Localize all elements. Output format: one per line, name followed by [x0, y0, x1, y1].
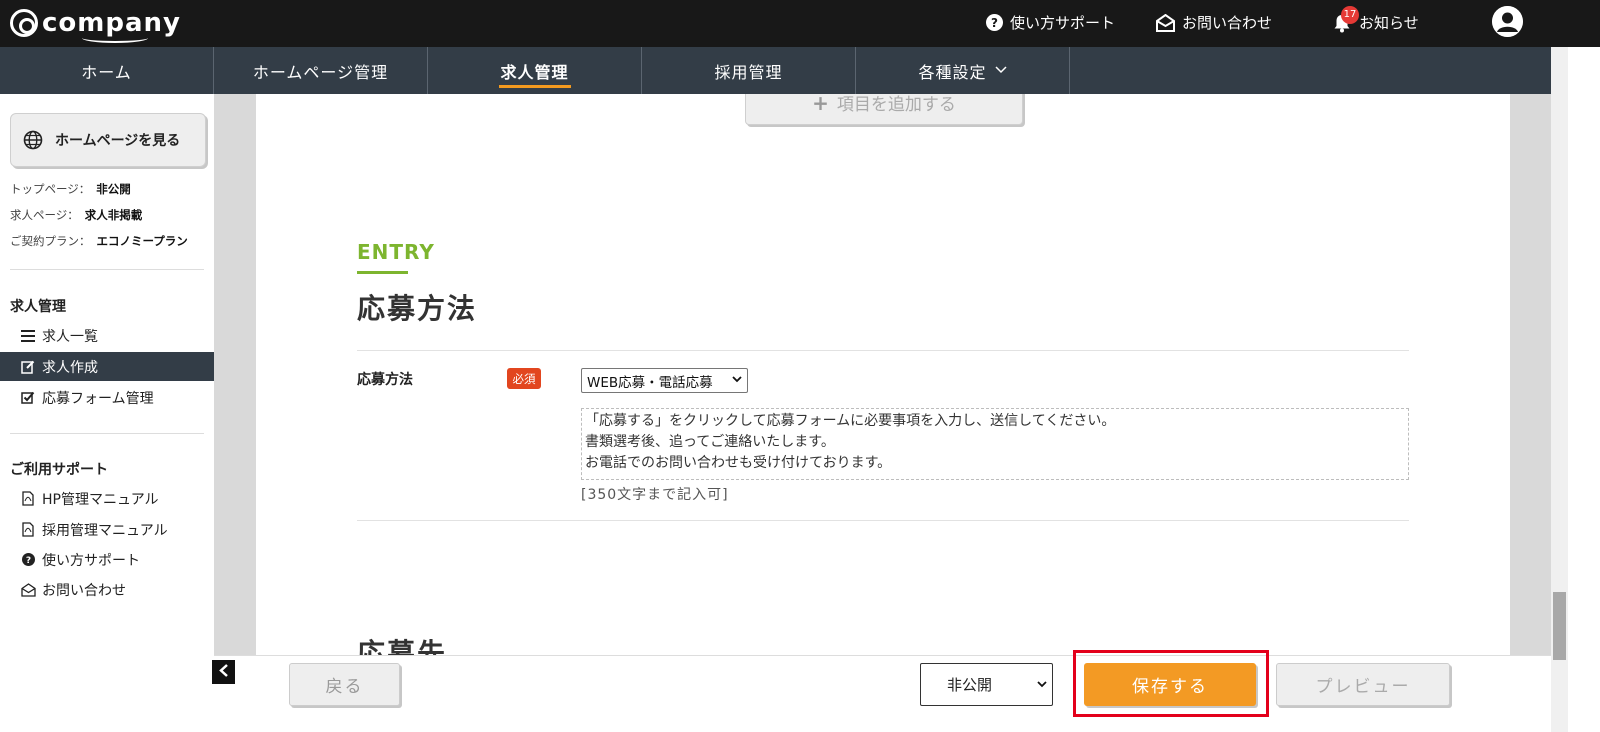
next-section-title: 応募先 [357, 637, 448, 655]
add-item-label: 項目を追加する [836, 95, 956, 115]
chevron-down-icon [732, 372, 742, 386]
field-label-application-method: 応募方法 [357, 372, 413, 388]
status-value: エコノミープラン [96, 234, 188, 248]
visibility-select[interactable]: 非公開 [920, 663, 1053, 706]
envelope-open-icon [20, 582, 36, 597]
pdf-file-icon [20, 522, 36, 537]
sidebar-item-usage-support[interactable]: ? 使い方サポート [0, 545, 214, 574]
status-value: 非公開 [96, 182, 131, 196]
status-label: ご契約プラン： [10, 234, 91, 248]
eyebrow-underline [357, 271, 408, 274]
contact-link[interactable]: お問い合わせ [1156, 12, 1272, 33]
user-avatar-icon[interactable] [1492, 6, 1523, 37]
row-divider [357, 350, 1409, 351]
sidebar-item-label: 求人作成 [42, 359, 98, 376]
logo-swoosh [82, 33, 148, 43]
sidebar-item-label: 採用管理マニュアル [42, 522, 168, 539]
tab-recruitment-management[interactable]: 採用管理 [642, 47, 856, 94]
support-link[interactable]: ? 使い方サポート [986, 12, 1115, 33]
help-circle-icon: ? [986, 14, 1003, 31]
job-edit-card: + 項目を追加する ENTRY 応募方法 応募方法 必須 WEB応募・電話応募 … [256, 94, 1510, 655]
sidebar-item-contact[interactable]: お問い合わせ [0, 575, 214, 604]
help-circle-icon: ? [20, 553, 36, 566]
sidebar-item-label: 応募フォーム管理 [42, 390, 154, 407]
preview-button[interactable]: プレビュー [1276, 663, 1450, 706]
sidebar-item-recruit-manual[interactable]: 採用管理マニュアル [0, 515, 214, 544]
notification-count-badge: 17 [1341, 5, 1359, 24]
main-nav: ホーム ホームページ管理 求人管理 採用管理 各種設定 [0, 47, 1551, 94]
char-limit-note: [350文字まで記入可] [581, 487, 729, 503]
list-icon [20, 329, 36, 342]
sidebar-divider [10, 433, 204, 434]
section-title: 応募方法 [357, 292, 478, 325]
back-button[interactable]: 戻る [289, 663, 400, 706]
checkbox-icon [20, 391, 36, 405]
sidebar-item-label: HP管理マニュアル [42, 491, 159, 508]
chevron-left-icon [218, 663, 229, 681]
sidebar-divider [10, 269, 204, 270]
visibility-value: 非公開 [947, 676, 993, 694]
sidebar-item-job-list[interactable]: 求人一覧 [0, 321, 214, 350]
sidebar: ホームページを見る トップページ： 非公開 求人ページ： 求人非掲載 ご契約プラン：… [0, 94, 214, 655]
status-value: 求人非掲載 [84, 208, 143, 222]
support-label: 使い方サポート [1010, 14, 1116, 32]
add-item-button[interactable]: + 項目を追加する [745, 94, 1023, 125]
view-homepage-label: ホームページを見る [55, 133, 181, 149]
section-eyebrow: ENTRY [357, 240, 435, 264]
status-top-page: トップページ： 非公開 [10, 181, 131, 197]
sidebar-item-label: 求人一覧 [42, 328, 98, 345]
required-badge: 必須 [507, 368, 541, 389]
application-method-textarea[interactable]: 「応募する」をクリックして応募フォームに必要事項を入力し、送信してください。 書… [581, 408, 1409, 480]
save-button[interactable]: 保存する [1084, 663, 1256, 706]
notifications-label: お知らせ [1359, 14, 1419, 32]
tab-settings[interactable]: 各種設定 [856, 47, 1070, 94]
chevron-down-icon [1037, 677, 1047, 691]
sidebar-heading-job-management: 求人管理 [10, 299, 66, 315]
sidebar-item-create-job[interactable]: 求人作成 [0, 352, 214, 381]
at-mark-icon [10, 9, 38, 37]
status-job-page: 求人ページ： 求人非掲載 [10, 207, 142, 223]
tab-settings-label: 各種設定 [918, 62, 987, 82]
application-method-value: WEB応募・電話応募 [587, 374, 713, 391]
row-divider [357, 520, 1409, 521]
svg-text:?: ? [25, 556, 30, 566]
tab-job-management[interactable]: 求人管理 [428, 47, 642, 94]
scrollbar-thumb[interactable] [1553, 592, 1566, 660]
globe-icon [23, 130, 43, 150]
tab-homepage-management[interactable]: ホームページ管理 [214, 47, 428, 94]
contact-label: お問い合わせ [1182, 14, 1273, 32]
collapse-sidebar-button[interactable] [212, 660, 235, 684]
status-label: トップページ： [10, 182, 91, 196]
envelope-open-icon [1156, 13, 1175, 32]
sidebar-item-form-management[interactable]: 応募フォーム管理 [0, 383, 214, 412]
company-logo[interactable]: company [10, 6, 181, 43]
bell-icon: 17 [1332, 5, 1359, 33]
sidebar-heading-support: ご利用サポート [10, 462, 108, 478]
status-plan: ご契約プラン： エコノミープラン [10, 233, 188, 249]
status-label: 求人ページ： [10, 208, 79, 222]
chevron-down-icon [994, 64, 1007, 77]
sidebar-item-label: 使い方サポート [42, 552, 140, 569]
notifications-link[interactable]: 17 お知らせ [1332, 5, 1419, 33]
plus-icon: + [812, 94, 829, 115]
application-method-select[interactable]: WEB応募・電話応募 [581, 368, 748, 393]
pdf-file-icon [20, 491, 36, 506]
tab-home[interactable]: ホーム [0, 47, 214, 94]
view-homepage-button[interactable]: ホームページを見る [10, 113, 206, 167]
sidebar-item-label: お問い合わせ [42, 582, 126, 599]
top-bar: company ? 使い方サポート お問い合わせ 17 お知らせ [0, 0, 1600, 47]
edit-icon [20, 360, 36, 374]
sidebar-item-hp-manual[interactable]: HP管理マニュアル [0, 484, 214, 513]
